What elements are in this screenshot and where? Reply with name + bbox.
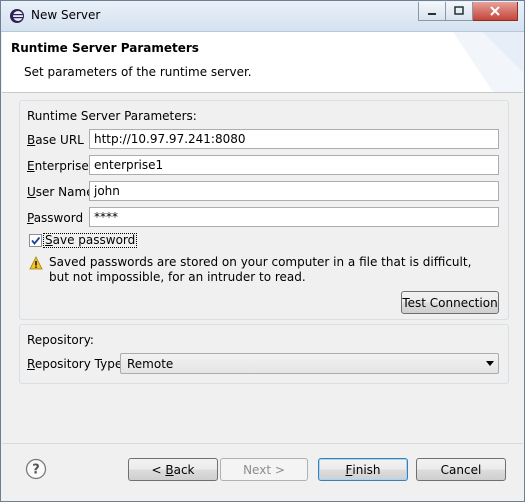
user-name-field[interactable]: john xyxy=(89,181,499,201)
next-button[interactable]: Next > xyxy=(220,458,308,481)
window-controls xyxy=(418,2,518,21)
maximize-button[interactable] xyxy=(446,2,473,21)
maximize-icon xyxy=(454,6,464,15)
password-label: Password xyxy=(27,211,84,225)
repository-type-select[interactable]: Remote xyxy=(120,353,499,374)
chevron-down-icon xyxy=(486,361,494,366)
back-button[interactable]: < Back xyxy=(128,458,218,481)
repository-type-label: Repository Type: xyxy=(27,357,127,371)
header-decoration-icon xyxy=(433,32,523,92)
base-url-field[interactable]: http://10.97.97.241:8080 xyxy=(89,129,499,149)
svg-text:?: ? xyxy=(32,463,40,478)
minimize-icon xyxy=(428,13,436,15)
page-title: Runtime Server Parameters xyxy=(11,41,199,55)
minimize-button[interactable] xyxy=(418,2,446,21)
footer-separator xyxy=(2,443,523,444)
wizard-header: Runtime Server Parameters Set parameters… xyxy=(2,32,523,93)
save-password-checkbox[interactable] xyxy=(29,234,42,247)
user-name-label: User Name xyxy=(27,185,94,199)
repository-group-title: Repository: xyxy=(27,333,94,347)
close-icon xyxy=(490,6,500,16)
warning-icon xyxy=(29,256,43,270)
close-button[interactable] xyxy=(473,2,518,21)
dialog-window: New Server Runtime Server Parameters Set… xyxy=(0,0,525,502)
title-bar: New Server xyxy=(1,1,524,32)
enterprise-field[interactable]: enterprise1 xyxy=(89,155,499,175)
window-title: New Server xyxy=(31,8,101,22)
password-warning-text: Saved passwords are stored on your compu… xyxy=(49,255,472,284)
base-url-label: Base URL xyxy=(27,133,84,147)
checkmark-icon xyxy=(31,236,41,245)
test-connection-button[interactable]: Test Connection xyxy=(401,291,499,314)
runtime-params-group-title: Runtime Server Parameters: xyxy=(27,109,197,123)
password-field[interactable]: **** xyxy=(89,207,499,227)
cancel-button[interactable]: Cancel xyxy=(416,458,506,481)
eclipse-icon xyxy=(10,9,24,23)
enterprise-label: Enterprise xyxy=(27,159,89,173)
help-icon[interactable]: ? xyxy=(25,458,47,480)
page-description: Set parameters of the runtime server. xyxy=(24,65,252,79)
save-password-label[interactable]: Save password xyxy=(43,233,138,248)
repository-type-value: Remote xyxy=(127,357,174,371)
finish-button[interactable]: Finish xyxy=(318,458,408,481)
